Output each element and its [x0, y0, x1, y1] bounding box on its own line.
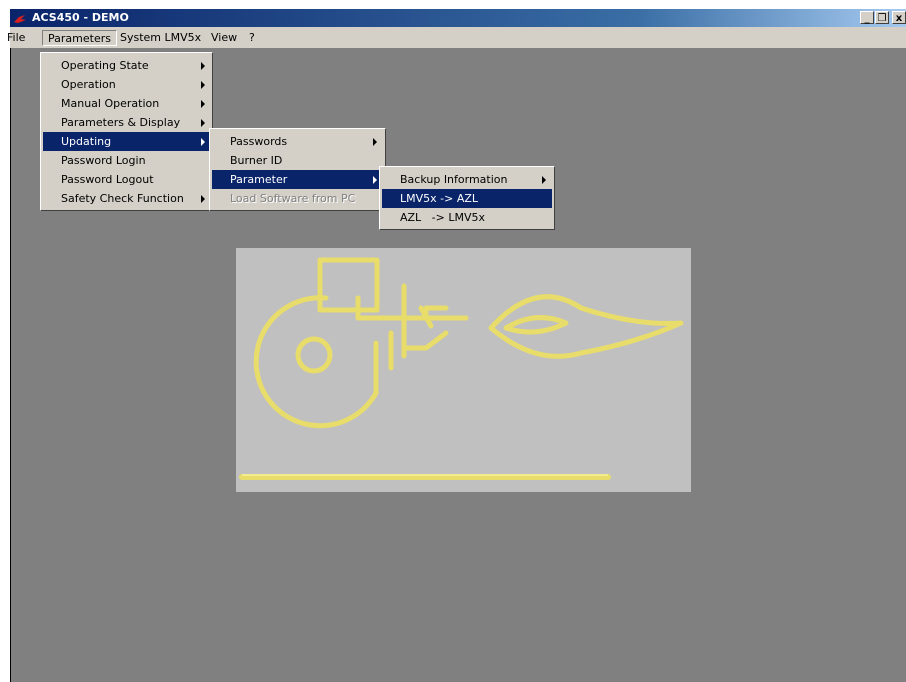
menu-item-password-logout[interactable]: Password Logout	[43, 170, 210, 189]
menu-system-lmv5x[interactable]: System LMV5x	[115, 30, 206, 46]
menu-item-label: Backup Information	[400, 173, 508, 186]
menu-item-label: Password Login	[61, 154, 146, 167]
menu-item-label: AZL -> LMV5x	[400, 211, 486, 224]
submenu-arrow-icon	[542, 176, 546, 184]
submenu-arrow-icon	[201, 81, 205, 89]
menu-item-label: Operation	[61, 78, 116, 91]
parameter-submenu: Backup Information LMV5x -> AZL AZL -> L…	[379, 166, 555, 230]
menu-item-label: Parameter	[230, 173, 288, 186]
submenu-arrow-icon	[373, 176, 377, 184]
menu-item-operation[interactable]: Operation	[43, 75, 210, 94]
menu-item-label: LMV5x -> AZL	[400, 192, 479, 205]
menu-parameters[interactable]: Parameters	[42, 30, 117, 46]
minimize-button[interactable]: _	[860, 11, 874, 24]
menu-item-label: Updating	[61, 135, 112, 148]
menu-item-lmv5x-to-azl[interactable]: LMV5x -> AZL	[382, 189, 552, 208]
submenu-arrow-icon	[201, 62, 205, 70]
parameters-menu: Operating State Operation Manual Operati…	[40, 52, 213, 211]
menu-item-updating[interactable]: Updating	[43, 132, 210, 151]
menu-item-password-login[interactable]: Password Login	[43, 151, 210, 170]
updating-submenu: Passwords Burner ID Parameter Load Softw…	[209, 128, 386, 211]
menu-item-label: Safety Check Function	[61, 192, 184, 205]
burner-logo-graphic	[239, 257, 684, 480]
submenu-arrow-icon	[201, 100, 205, 108]
menu-item-parameter[interactable]: Parameter	[212, 170, 383, 189]
menu-item-parameters-display[interactable]: Parameters & Display	[43, 113, 210, 132]
close-button[interactable]: x	[892, 11, 906, 24]
menu-item-label: Load Software from PC	[230, 192, 356, 205]
menu-view[interactable]: View	[206, 30, 242, 46]
menu-item-load-software-from-pc[interactable]: Load Software from PC	[212, 189, 383, 208]
menu-file[interactable]: File	[2, 30, 30, 46]
menu-item-operating-state[interactable]: Operating State	[43, 56, 210, 75]
title-bar[interactable]: ACS450 - DEMO _ ❐ x	[10, 9, 906, 27]
submenu-arrow-icon	[201, 138, 205, 146]
menu-item-label: Burner ID	[230, 154, 283, 167]
menu-item-burner-id[interactable]: Burner ID	[212, 151, 383, 170]
menu-item-label: Passwords	[230, 135, 288, 148]
menu-item-backup-information[interactable]: Backup Information	[382, 170, 552, 189]
menu-item-label: Password Logout	[61, 173, 154, 186]
burner-logo	[236, 248, 691, 492]
menu-item-passwords[interactable]: Passwords	[212, 132, 383, 151]
menu-item-label: Manual Operation	[61, 97, 160, 110]
menu-bar: File Parameters System LMV5x View ?	[7, 27, 906, 48]
submenu-arrow-icon	[373, 138, 377, 146]
restore-button[interactable]: ❐	[875, 11, 889, 24]
submenu-arrow-icon	[201, 195, 205, 203]
flame-icon	[14, 15, 26, 23]
window-title: ACS450 - DEMO	[32, 11, 129, 24]
menu-item-label: Parameters & Display	[61, 116, 181, 129]
menu-help[interactable]: ?	[244, 30, 260, 46]
workspace-border	[10, 48, 11, 682]
menu-item-safety-check-function[interactable]: Safety Check Function	[43, 189, 210, 208]
menu-item-label: Operating State	[61, 59, 149, 72]
submenu-arrow-icon	[201, 119, 205, 127]
menu-item-azl-to-lmv5x[interactable]: AZL -> LMV5x	[382, 208, 552, 227]
menu-item-manual-operation[interactable]: Manual Operation	[43, 94, 210, 113]
